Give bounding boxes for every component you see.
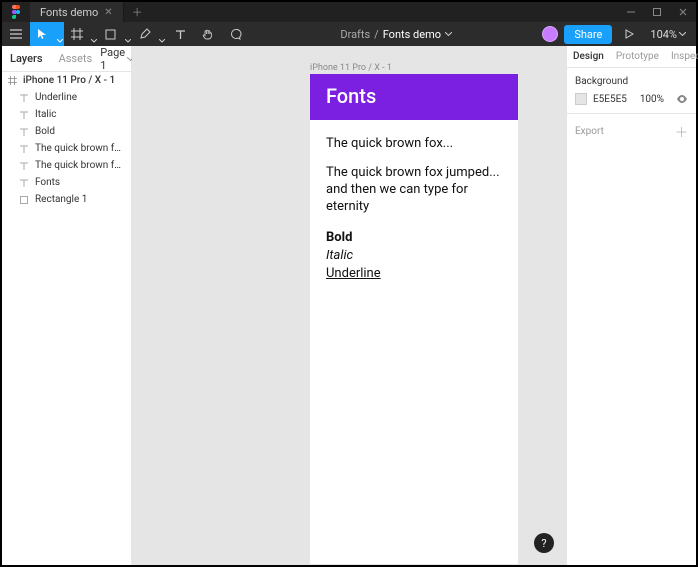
chevron-down-icon xyxy=(679,32,686,36)
visibility-icon[interactable] xyxy=(676,95,688,103)
chevron-down-icon xyxy=(91,39,97,43)
layer-item[interactable]: Bold xyxy=(2,123,131,140)
layer-label: The quick brown fox... xyxy=(35,160,125,171)
layer-label: Fonts xyxy=(35,177,60,188)
color-swatch[interactable] xyxy=(575,93,587,105)
canvas-text-line1[interactable]: The quick brown fox... xyxy=(326,136,502,151)
text-icon xyxy=(20,179,30,187)
text-icon xyxy=(20,162,30,170)
artboard[interactable]: Fonts The quick brown fox... The quick b… xyxy=(310,74,518,564)
zoom-value: 104% xyxy=(650,28,677,41)
chevron-down-icon xyxy=(125,39,131,43)
zoom-control[interactable]: 104% xyxy=(646,28,690,41)
canvas-text-paragraph[interactable]: The quick brown fox jumped... and then w… xyxy=(326,165,502,216)
chevron-down-icon xyxy=(57,39,63,43)
window-minimize-icon[interactable] xyxy=(618,2,644,22)
canvas-text-group: Bold Italic Underline xyxy=(326,230,502,281)
frame-tool[interactable] xyxy=(64,22,98,46)
shape-tool[interactable] xyxy=(98,22,132,46)
canvas-text-italic[interactable]: Italic xyxy=(326,248,502,263)
tab-inspect[interactable]: Inspect xyxy=(665,46,698,67)
layer-item[interactable]: Italic xyxy=(2,106,131,123)
comment-tool[interactable] xyxy=(222,22,250,46)
share-button[interactable]: Share xyxy=(564,25,612,44)
breadcrumb-current[interactable]: Fonts demo xyxy=(383,28,441,41)
window-titlebar: Fonts demo ✕ ＋ xyxy=(2,2,696,22)
canvas[interactable]: iPhone 11 Pro / X - 1 Fonts The quick br… xyxy=(132,46,566,565)
color-hex[interactable]: E5E5E5 xyxy=(593,94,627,105)
layer-label: Underline xyxy=(35,92,77,103)
export-section[interactable]: Export ＋ xyxy=(567,114,696,149)
canvas-text-underline[interactable]: Underline xyxy=(326,266,502,281)
layer-item[interactable]: The quick brown fox... xyxy=(2,157,131,174)
text-icon xyxy=(20,145,30,153)
text-icon xyxy=(20,94,30,102)
menu-button[interactable] xyxy=(2,22,30,46)
breadcrumb: Drafts / Fonts demo xyxy=(250,28,542,41)
tab-layers[interactable]: Layers xyxy=(2,46,51,71)
figma-logo-icon[interactable] xyxy=(2,5,30,19)
text-icon xyxy=(20,111,30,119)
layer-item[interactable]: The quick brown fox jumped...... xyxy=(2,140,131,157)
window-maximize-icon[interactable] xyxy=(644,2,670,22)
artboard-label[interactable]: iPhone 11 Pro / X - 1 xyxy=(310,63,392,73)
layer-label: Rectangle 1 xyxy=(35,194,87,205)
pen-tool[interactable] xyxy=(132,22,166,46)
canvas-header[interactable]: Fonts xyxy=(310,74,518,120)
text-tool[interactable] xyxy=(166,22,194,46)
page-label: Page 1 xyxy=(100,46,125,72)
layer-label: iPhone 11 Pro / X - 1 xyxy=(23,75,115,86)
color-opacity[interactable]: 100% xyxy=(640,94,664,105)
avatar[interactable] xyxy=(542,26,558,42)
background-title: Background xyxy=(575,76,688,87)
background-section: Background E5E5E5 100% xyxy=(567,68,696,114)
layers-panel: Layers Assets Page 1 iPhone 11 Pro / X -… xyxy=(2,46,132,565)
frame-icon xyxy=(8,76,18,85)
tab-prototype[interactable]: Prototype xyxy=(610,46,665,67)
tab-design[interactable]: Design xyxy=(567,46,610,67)
background-row[interactable]: E5E5E5 100% xyxy=(575,93,688,105)
file-tab-label: Fonts demo xyxy=(40,6,98,19)
present-button[interactable] xyxy=(618,22,640,46)
tab-assets[interactable]: Assets xyxy=(51,46,101,71)
main-toolbar: Drafts / Fonts demo Share 104% xyxy=(2,22,696,46)
breadcrumb-root[interactable]: Drafts xyxy=(340,28,370,41)
hand-tool[interactable] xyxy=(194,22,222,46)
breadcrumb-sep: / xyxy=(374,28,379,41)
layer-item[interactable]: Underline xyxy=(2,89,131,106)
add-export-icon[interactable]: ＋ xyxy=(675,122,688,141)
layer-label: Bold xyxy=(35,126,55,137)
new-tab-button[interactable]: ＋ xyxy=(124,4,151,20)
help-button[interactable]: ? xyxy=(534,533,554,553)
window-close-icon[interactable] xyxy=(670,2,696,22)
move-tool[interactable] xyxy=(30,22,64,46)
inspector-panel: Design Prototype Inspect Background E5E5… xyxy=(566,46,696,565)
canvas-text-bold[interactable]: Bold xyxy=(326,230,502,245)
chevron-down-icon xyxy=(159,39,165,43)
layer-item[interactable]: Fonts xyxy=(2,174,131,191)
layer-label: The quick brown fox jumped...... xyxy=(35,143,125,154)
layer-frame[interactable]: iPhone 11 Pro / X - 1 xyxy=(2,72,131,89)
layer-item[interactable]: Rectangle 1 xyxy=(2,191,131,208)
file-tab[interactable]: Fonts demo ✕ xyxy=(30,2,124,22)
rectangle-icon xyxy=(20,196,30,204)
layer-label: Italic xyxy=(35,109,57,120)
export-title: Export xyxy=(575,126,604,137)
chevron-down-icon[interactable] xyxy=(445,32,452,36)
close-tab-icon[interactable]: ✕ xyxy=(104,7,112,18)
text-icon xyxy=(20,128,30,136)
